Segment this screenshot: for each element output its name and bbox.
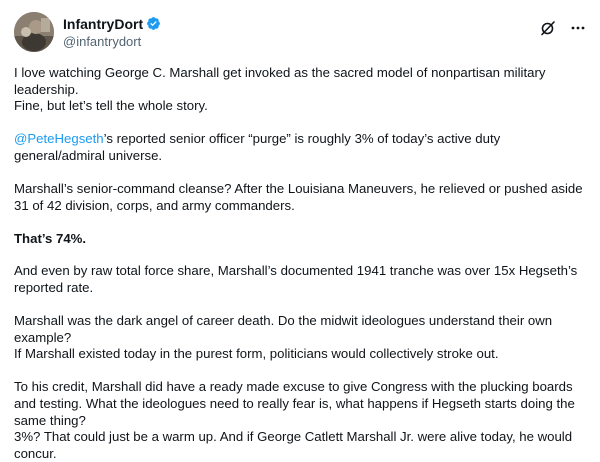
paragraph-8: If Marshall existed today in the purest … (14, 346, 499, 361)
display-name[interactable]: InfantryDort (63, 16, 143, 32)
paragraph-3: @PeteHegseth’s reported senior officer “… (14, 130, 586, 164)
avatar-image (14, 12, 54, 52)
paragraph-5-emphasis: That’s 74%. (14, 231, 87, 246)
paragraph-9: To his credit, Marshall did have a ready… (14, 379, 575, 428)
grok-icon[interactable] (540, 20, 556, 36)
author-info: InfantryDort @infantrydort (63, 15, 161, 49)
paragraph-6: And even by raw total force share, Marsh… (14, 263, 578, 295)
avatar[interactable] (14, 12, 54, 52)
tweet-actions (540, 20, 586, 36)
paragraph-10: 3%? That could just be a warm up. And if… (14, 429, 573, 461)
paragraph-1: I love watching George C. Marshall get i… (14, 65, 546, 97)
tweet-header: InfantryDort @infantrydort (14, 12, 586, 52)
tweet-card: InfantryDort @infantrydort I love watchi… (0, 0, 600, 461)
mention-link[interactable]: @PeteHegseth (14, 131, 104, 146)
paragraph-7: Marshall was the dark angel of career de… (14, 313, 553, 345)
more-options-icon[interactable] (570, 20, 586, 36)
verified-badge-icon (146, 16, 161, 31)
paragraph-4: Marshall’s senior-command cleanse? After… (14, 181, 583, 213)
paragraph-2: Fine, but let’s tell the whole story. (14, 98, 208, 113)
user-handle[interactable]: @infantrydort (63, 34, 161, 49)
